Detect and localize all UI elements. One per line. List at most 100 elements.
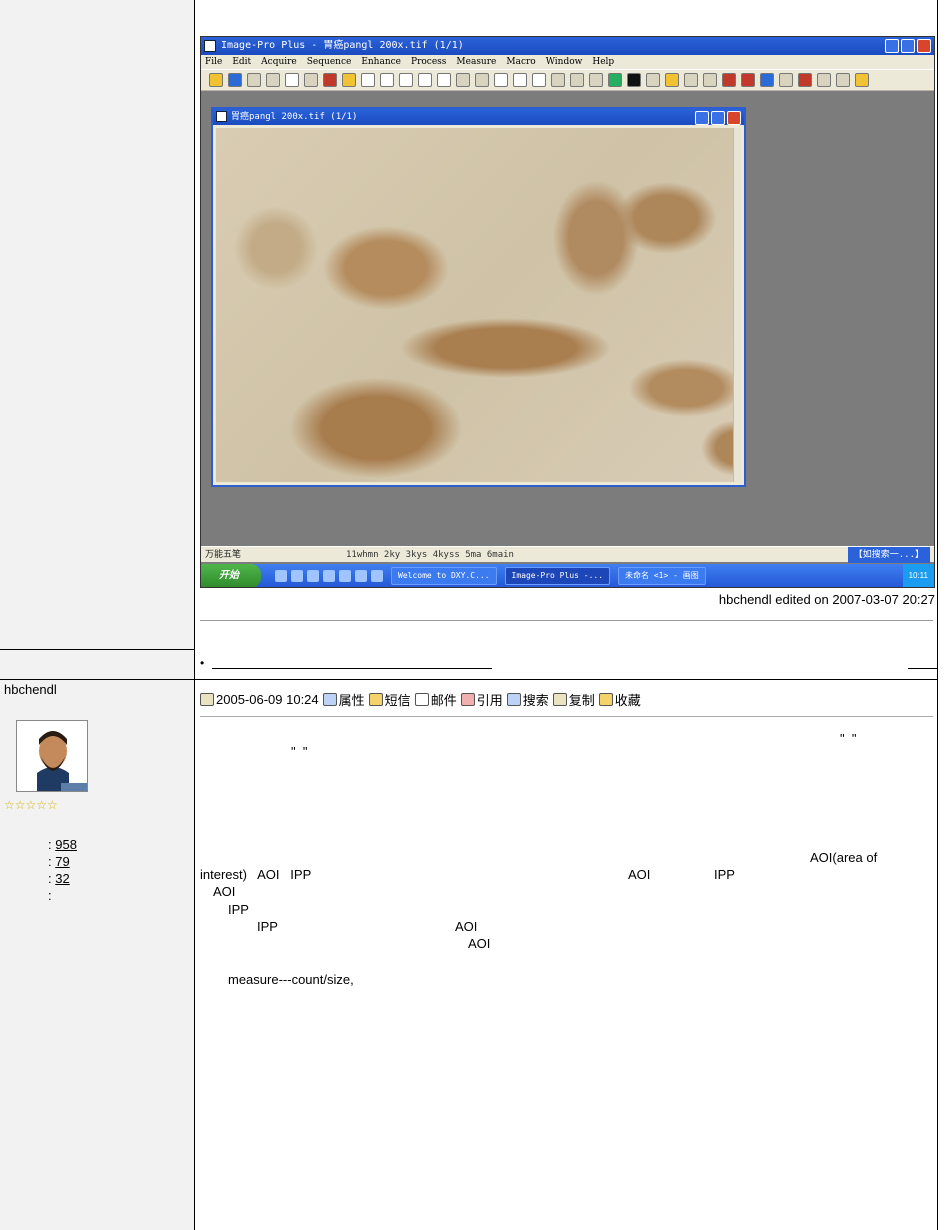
system-tray-clock: 10:11 [902, 564, 934, 587]
pencil-icon [475, 73, 489, 87]
histogram-icon [570, 73, 584, 87]
quick-launch-icon [323, 570, 335, 582]
quote-marks: " " [840, 731, 857, 746]
avatar [16, 720, 88, 792]
bar-icon [684, 73, 698, 87]
camera-icon [266, 73, 280, 87]
quick-launch [275, 570, 383, 582]
filter-icon [646, 73, 660, 87]
report-icon [817, 73, 831, 87]
stat-essence-value[interactable]: 79 [55, 854, 69, 869]
stat-essence: : 79 [48, 853, 77, 870]
email-icon [414, 692, 429, 706]
divider [200, 620, 933, 621]
stat-extra: : [48, 887, 77, 904]
post-author[interactable]: hbchendl [4, 682, 57, 697]
start-button: 开始 [201, 564, 261, 587]
segment-icon [627, 73, 641, 87]
stat-label: : [48, 888, 52, 903]
left-column [0, 0, 195, 1230]
taskbar-item: Welcome to DXY.C... [391, 567, 497, 585]
ipp-title-bar: Image-Pro Plus - 胃癌pangl 200x.tif (1/1) [201, 37, 934, 55]
rank-stars: ☆☆☆☆☆ [4, 798, 58, 812]
open-icon [209, 73, 223, 87]
spark-icon [665, 73, 679, 87]
close-icon [727, 111, 741, 125]
ime-status-bar: 万能五笔 11whmn 2ky 3kys 4kyss 5ma 6main 【如搜… [201, 546, 934, 563]
search-icon [506, 692, 521, 706]
favorite-icon [598, 692, 613, 706]
maximize-icon [901, 39, 915, 53]
body-text: AOI [628, 867, 651, 882]
ipp-menu-file: File [205, 57, 223, 67]
search-link[interactable]: 搜索 [506, 690, 549, 709]
ipp-menu-measure: Measure [456, 57, 497, 67]
copy-icon [552, 692, 567, 706]
quick-launch-icon [291, 570, 303, 582]
quick-launch-icon [275, 570, 287, 582]
table-right-border [937, 0, 938, 1230]
ellipse-icon [418, 73, 432, 87]
body-text: IPP [228, 902, 249, 917]
close-icon [917, 39, 931, 53]
body-text: AOI [455, 919, 478, 934]
ipp-window-controls [885, 39, 931, 53]
quote-label: 引用 [476, 692, 503, 708]
quote-link[interactable]: 引用 [460, 690, 503, 709]
stat-posts: : 958 [48, 836, 77, 853]
ipp-menu-bar: File Edit Acquire Sequence Enhance Proce… [201, 55, 934, 69]
column-icon [703, 73, 717, 87]
book-icon [323, 73, 337, 87]
image-window-icon [216, 111, 227, 122]
ipp-image-window: 胃癌pangl 200x.tif (1/1) [211, 107, 746, 487]
curve-icon [285, 73, 299, 87]
profile-icon [322, 692, 337, 706]
new-aoi-icon [380, 73, 394, 87]
ipp-menu-acquire: Acquire [261, 57, 297, 67]
avatar-image [17, 721, 87, 791]
quick-launch-icon [355, 570, 367, 582]
ipp-app-icon [204, 40, 216, 52]
microscopy-image [216, 128, 741, 482]
body-text: AOI [213, 884, 236, 899]
stat-label: : [48, 837, 52, 852]
body-text: interest) AOI IPP [200, 867, 312, 882]
taskbar-item: 未命名 <1> - 画图 [618, 567, 706, 585]
copy-link[interactable]: 复制 [552, 690, 595, 709]
stat-label: : [48, 871, 52, 886]
favorite-link[interactable]: 收藏 [598, 690, 641, 709]
quote-icon [460, 692, 475, 706]
post-date-text: 2005-06-09 10:24 [216, 691, 319, 707]
profile-link[interactable]: 属性 [322, 690, 365, 709]
print-icon [304, 73, 318, 87]
image-window-controls [695, 111, 741, 125]
minimize-icon [695, 111, 709, 125]
windows-taskbar: 开始 Welcome to DXY.C... Image-Pro Plus -.… [201, 564, 934, 587]
quick-launch-icon [307, 570, 319, 582]
ime-name: 万能五笔 [205, 550, 242, 560]
body-text: AOI(area of [810, 850, 878, 865]
post-screenshot-image: Image-Pro Plus - 胃癌pangl 200x.tif (1/1) … [200, 36, 935, 588]
hand-icon [513, 73, 527, 87]
irregular-icon [437, 73, 451, 87]
email-label: 邮件 [430, 692, 457, 708]
image-window-title: 胃癌pangl 200x.tif (1/1) [231, 112, 358, 122]
copy-label: 复制 [568, 692, 595, 708]
email-link[interactable]: 邮件 [414, 690, 457, 709]
taskbar-item: Image-Pro Plus -... [504, 567, 611, 585]
save-icon [228, 73, 242, 87]
stat-posts-value[interactable]: 958 [55, 837, 77, 852]
ipp-menu-window: Window [545, 57, 583, 67]
bullet: • [200, 656, 205, 670]
post-date: 2005-06-09 10:24 [200, 692, 319, 707]
graph-icon [798, 73, 812, 87]
maximize-icon [711, 111, 725, 125]
ime-tray: 【如搜索一...】 [847, 547, 930, 563]
message-link[interactable]: 短信 [368, 690, 411, 709]
message-icon [368, 692, 383, 706]
favorite-label: 收藏 [614, 692, 641, 708]
line-profile-icon [589, 73, 603, 87]
stat-points-value[interactable]: 32 [55, 871, 69, 886]
export-icon [836, 73, 850, 87]
link-icon [722, 73, 736, 87]
